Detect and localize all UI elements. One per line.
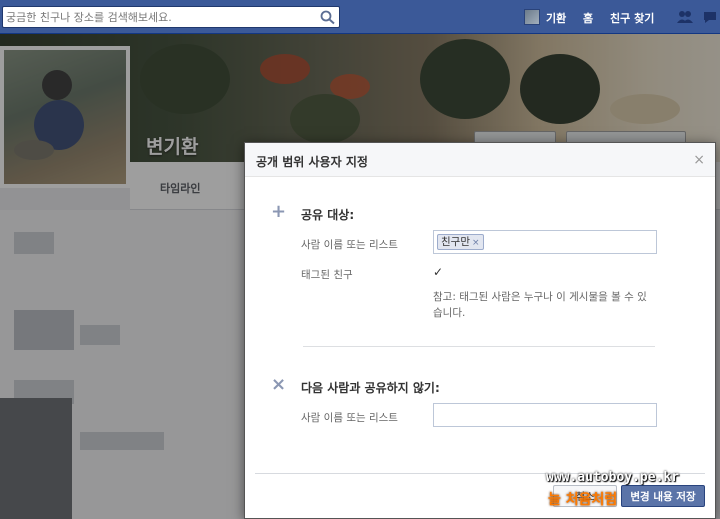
exclude-section-title: 다음 사람과 공유하지 않기: xyxy=(301,381,440,395)
messages-icon[interactable] xyxy=(702,9,720,25)
top-bar: 기환 홈 친구 찾기 xyxy=(0,0,720,34)
token-remove-icon[interactable]: × xyxy=(472,238,480,248)
search-icon[interactable] xyxy=(319,9,337,25)
section-divider xyxy=(303,346,655,347)
watermark-url: www.autoboy.pe.kr xyxy=(546,470,680,485)
exclude-people-field[interactable] xyxy=(433,403,657,427)
profile-link[interactable]: 기환 xyxy=(546,10,566,26)
exclude-people-input[interactable] xyxy=(434,404,656,426)
watermark-caption: 늘 처음처럼 xyxy=(548,492,618,508)
token-label: 친구만 xyxy=(441,236,470,248)
save-changes-button[interactable]: 변경 내용 저장 xyxy=(621,485,705,507)
search-input[interactable] xyxy=(3,7,317,27)
close-icon[interactable]: × xyxy=(693,152,705,168)
dialog-title: 공개 범위 사용자 지정 xyxy=(256,155,368,169)
close-x-icon: × xyxy=(271,374,287,395)
token-friends-only: 친구만 × xyxy=(437,234,484,250)
profile-thumbnail[interactable] xyxy=(524,9,540,25)
home-link[interactable]: 홈 xyxy=(583,10,593,26)
dialog-header: 공개 범위 사용자 지정 × xyxy=(245,143,715,177)
search-box[interactable] xyxy=(2,6,340,28)
exclude-people-label: 사람 이름 또는 리스트 xyxy=(301,412,398,424)
tagged-note: 참고: 태그된 사람은 누구나 이 게시물을 볼 수 있습니다. xyxy=(433,291,647,319)
find-friends-link[interactable]: 친구 찾기 xyxy=(610,10,654,26)
share-people-field[interactable]: 친구만 × xyxy=(433,230,657,254)
share-people-label: 사람 이름 또는 리스트 xyxy=(301,239,398,251)
share-section-title: 공유 대상: xyxy=(301,208,355,222)
tagged-friends-checkbox[interactable]: ✓ xyxy=(433,265,443,279)
friend-requests-icon[interactable] xyxy=(676,9,694,25)
plus-icon: + xyxy=(271,201,287,222)
custom-privacy-dialog: 공개 범위 사용자 지정 × + 공유 대상: 사람 이름 또는 리스트 친구만… xyxy=(244,142,716,519)
tagged-friends-label: 태그된 친구 xyxy=(301,269,353,281)
